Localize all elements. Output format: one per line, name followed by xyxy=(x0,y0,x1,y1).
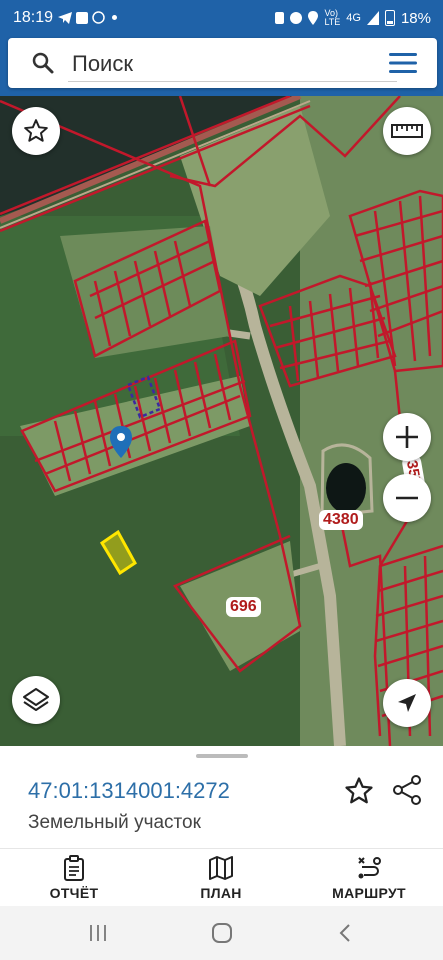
status-bar: 18:19 Vo) LTE 4G 18% xyxy=(0,0,443,38)
minus-icon xyxy=(396,496,418,500)
map-label-4380: 4380 xyxy=(319,510,363,530)
clipboard-icon xyxy=(64,855,84,881)
battery-icon xyxy=(384,10,395,26)
layers-icon xyxy=(23,688,49,711)
sim-icon xyxy=(275,12,285,24)
cadastral-number: 47:01:1314001:4272 xyxy=(28,778,230,803)
layers-button[interactable] xyxy=(12,676,60,724)
star-outline-icon xyxy=(24,119,48,142)
satellite-map[interactable] xyxy=(0,96,443,746)
plan-label: ПЛАН xyxy=(200,885,242,901)
ruler-button[interactable] xyxy=(383,107,431,155)
map-view[interactable]: 4380 696 3579 xyxy=(0,96,443,746)
parcel-info-sheet[interactable]: 47:01:1314001:4272 Земельный участок xyxy=(0,746,443,848)
map-fold-icon xyxy=(209,856,233,880)
route-button[interactable]: МАРШРУТ xyxy=(314,855,424,901)
battery-percent: 18% xyxy=(400,9,431,27)
home-icon[interactable] xyxy=(211,923,233,943)
status-right: Vo) LTE 4G 18% xyxy=(275,9,431,27)
recent-apps-icon[interactable] xyxy=(88,924,108,942)
notification-icons xyxy=(58,11,117,24)
gallery-icon xyxy=(76,11,88,24)
map-label-696: 696 xyxy=(226,597,261,617)
route-icon xyxy=(358,857,381,879)
report-label: ОТЧЁТ xyxy=(49,885,99,901)
navigation-arrow-icon xyxy=(398,694,416,712)
search-icon[interactable] xyxy=(31,51,55,75)
network-type: 4G xyxy=(346,12,361,24)
whatsapp-icon xyxy=(92,11,105,24)
my-location-button[interactable] xyxy=(383,679,431,727)
route-label: МАРШРУТ xyxy=(332,885,406,901)
search-header: Поиск xyxy=(0,38,443,96)
action-bar: ОТЧЁТ ПЛАН МАРШРУТ xyxy=(0,848,443,907)
report-button[interactable]: ОТЧЁТ xyxy=(19,855,129,901)
signal-icon xyxy=(366,11,379,25)
parcel-type: Земельный участок xyxy=(28,812,201,833)
bookmark-star-icon[interactable] xyxy=(344,776,374,806)
zoom-in-button[interactable] xyxy=(383,413,431,461)
zoom-out-button[interactable] xyxy=(383,474,431,522)
plan-button[interactable]: ПЛАН xyxy=(166,855,276,901)
search-underline xyxy=(68,81,397,82)
back-icon[interactable] xyxy=(337,923,353,943)
system-nav-bar xyxy=(0,906,443,960)
search-input[interactable]: Поиск xyxy=(72,51,133,77)
volte-indicator: Vo) LTE xyxy=(324,8,341,27)
search-bar[interactable]: Поиск xyxy=(8,38,437,88)
ruler-icon xyxy=(391,124,423,138)
plus-icon xyxy=(396,426,418,448)
telegram-icon xyxy=(58,11,72,24)
sheet-drag-handle[interactable] xyxy=(196,754,248,758)
alarm-icon xyxy=(290,12,303,24)
share-icon[interactable] xyxy=(392,774,422,806)
notification-dot-icon xyxy=(112,15,117,20)
location-icon xyxy=(308,11,319,25)
menu-icon[interactable] xyxy=(389,52,417,74)
favorite-button[interactable] xyxy=(12,107,60,155)
status-time: 18:19 xyxy=(13,9,54,26)
